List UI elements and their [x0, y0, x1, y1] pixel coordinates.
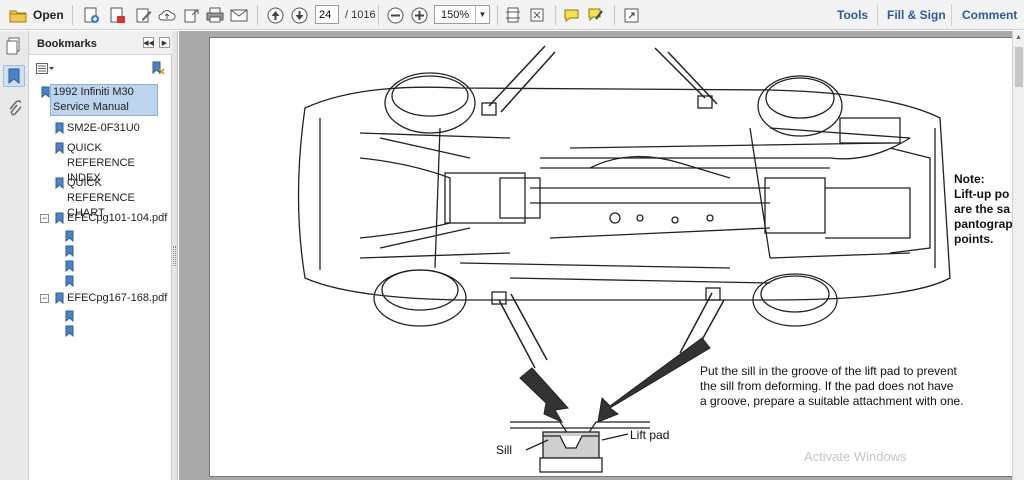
- next-page-icon[interactable]: [288, 4, 310, 26]
- highlight-icon[interactable]: [584, 4, 606, 26]
- comment-icon[interactable]: [560, 4, 582, 26]
- comment-button[interactable]: Comment: [962, 8, 1017, 22]
- bookmark-label: SM2E-0F31U0: [67, 122, 140, 134]
- fit-page-icon[interactable]: [526, 4, 548, 26]
- bookmarks-icon[interactable]: [3, 65, 25, 87]
- bookmark-label: QUICK REFERENCE: [67, 142, 135, 169]
- panel-splitter[interactable]: [172, 31, 178, 480]
- fit-width-icon[interactable]: [502, 4, 524, 26]
- email-icon[interactable]: [228, 4, 250, 26]
- collapse-toggle[interactable]: −: [40, 214, 49, 223]
- instruction-line: a groove, prepare a suitable attachment …: [700, 394, 964, 408]
- bookmark-label: EFECpg167-168.pdf: [67, 292, 168, 304]
- lift-pad-label: Lift pad: [630, 428, 670, 442]
- bookmark-icon[interactable]: [65, 230, 74, 242]
- instruction-line: Put the sill in the groove of the lift p…: [700, 364, 957, 378]
- activation-watermark: Activate Windows: [804, 449, 907, 464]
- zoom-in-icon[interactable]: [408, 4, 430, 26]
- pdf-page: Note: Lift-up po are the sa pantograp po…: [209, 37, 1012, 477]
- bookmark-item-service-manual[interactable]: 1992 Infiniti M30 Service Manual: [41, 84, 158, 116]
- chevron-right-icon[interactable]: ▶: [159, 37, 170, 48]
- print-icon[interactable]: [204, 4, 226, 26]
- export-pdf-icon[interactable]: [106, 4, 128, 26]
- bookmark-label: Service Manual: [53, 101, 129, 113]
- instruction-text: Put the sill in the groove of the lift p…: [700, 364, 964, 409]
- vertical-scrollbar[interactable]: ▲: [1012, 31, 1024, 480]
- sill-label: Sill: [496, 443, 513, 457]
- document-viewport[interactable]: Note: Lift-up po are the sa pantograp po…: [179, 31, 1012, 480]
- bookmark-icon: [55, 142, 64, 154]
- share-icon[interactable]: [180, 4, 202, 26]
- bookmark-icon: [55, 292, 64, 304]
- fill-sign-button[interactable]: Fill & Sign: [887, 8, 946, 22]
- bookmark-icon[interactable]: [65, 260, 74, 272]
- scroll-thumb[interactable]: [1015, 47, 1023, 87]
- bookmarks-panel: Bookmarks ◀◀ ▶ 1992 Infiniti M30 Service…: [29, 31, 172, 480]
- chevron-down-icon[interactable]: ▼: [475, 6, 489, 23]
- bookmark-icon: [41, 86, 50, 98]
- tools-button[interactable]: Tools: [837, 8, 868, 22]
- bookmark-icon[interactable]: [65, 275, 74, 287]
- bookmark-icon: [55, 212, 64, 224]
- collapse-toggle[interactable]: −: [40, 294, 49, 303]
- zoom-out-icon[interactable]: [384, 4, 406, 26]
- page-thumbnails-icon[interactable]: [3, 35, 25, 57]
- bookmark-label: 1992 Infiniti M30: [53, 86, 134, 98]
- bookmark-options-icon[interactable]: [36, 63, 54, 77]
- page-total: / 1016: [345, 9, 376, 21]
- scroll-up-icon[interactable]: ▲: [1015, 34, 1022, 41]
- bookmarks-toolbar: [29, 56, 172, 78]
- note-text: Note: Lift-up po are the sa pantograp po…: [954, 172, 1012, 246]
- delete-bookmark-icon[interactable]: [151, 61, 165, 78]
- bookmark-item-efecpg101[interactable]: EFECpg101-104.pdf: [55, 211, 168, 226]
- open-button[interactable]: Open: [33, 8, 64, 22]
- bookmark-icon[interactable]: [65, 245, 74, 257]
- zoom-select[interactable]: 150% ▼: [434, 5, 490, 24]
- bookmark-icon: [55, 122, 64, 134]
- bookmark-icon: [55, 177, 64, 189]
- bookmark-item-efecpg167[interactable]: EFECpg167-168.pdf: [55, 291, 168, 306]
- previous-page-icon[interactable]: [264, 4, 286, 26]
- collapse-panel-icon[interactable]: ◀◀: [143, 37, 154, 48]
- bookmarks-header: Bookmarks ◀◀ ▶: [29, 31, 172, 55]
- instruction-line: the sill from deforming. If the pad does…: [700, 379, 954, 393]
- main-toolbar: Open / 1016 150% ▼: [0, 0, 1024, 30]
- attachments-icon[interactable]: [3, 97, 25, 119]
- cloud-upload-icon[interactable]: [156, 4, 178, 26]
- car-underbody-diagram: [297, 45, 951, 473]
- bookmark-icon[interactable]: [65, 325, 74, 337]
- navigation-rail: [0, 31, 29, 480]
- bookmark-label: QUICK REFERENCE: [67, 177, 135, 204]
- open-folder-icon[interactable]: [6, 4, 30, 26]
- edit-pdf-icon[interactable]: [132, 4, 154, 26]
- page-number-input[interactable]: [315, 5, 339, 24]
- bookmark-icon[interactable]: [65, 310, 74, 322]
- create-pdf-icon[interactable]: [80, 4, 102, 26]
- bookmarks-title: Bookmarks: [37, 38, 97, 50]
- bookmark-item-sm2e[interactable]: SM2E-0F31U0: [55, 121, 140, 136]
- bookmark-label: EFECpg101-104.pdf: [67, 212, 168, 224]
- zoom-value: 150%: [441, 9, 470, 21]
- expand-icon[interactable]: [620, 4, 642, 26]
